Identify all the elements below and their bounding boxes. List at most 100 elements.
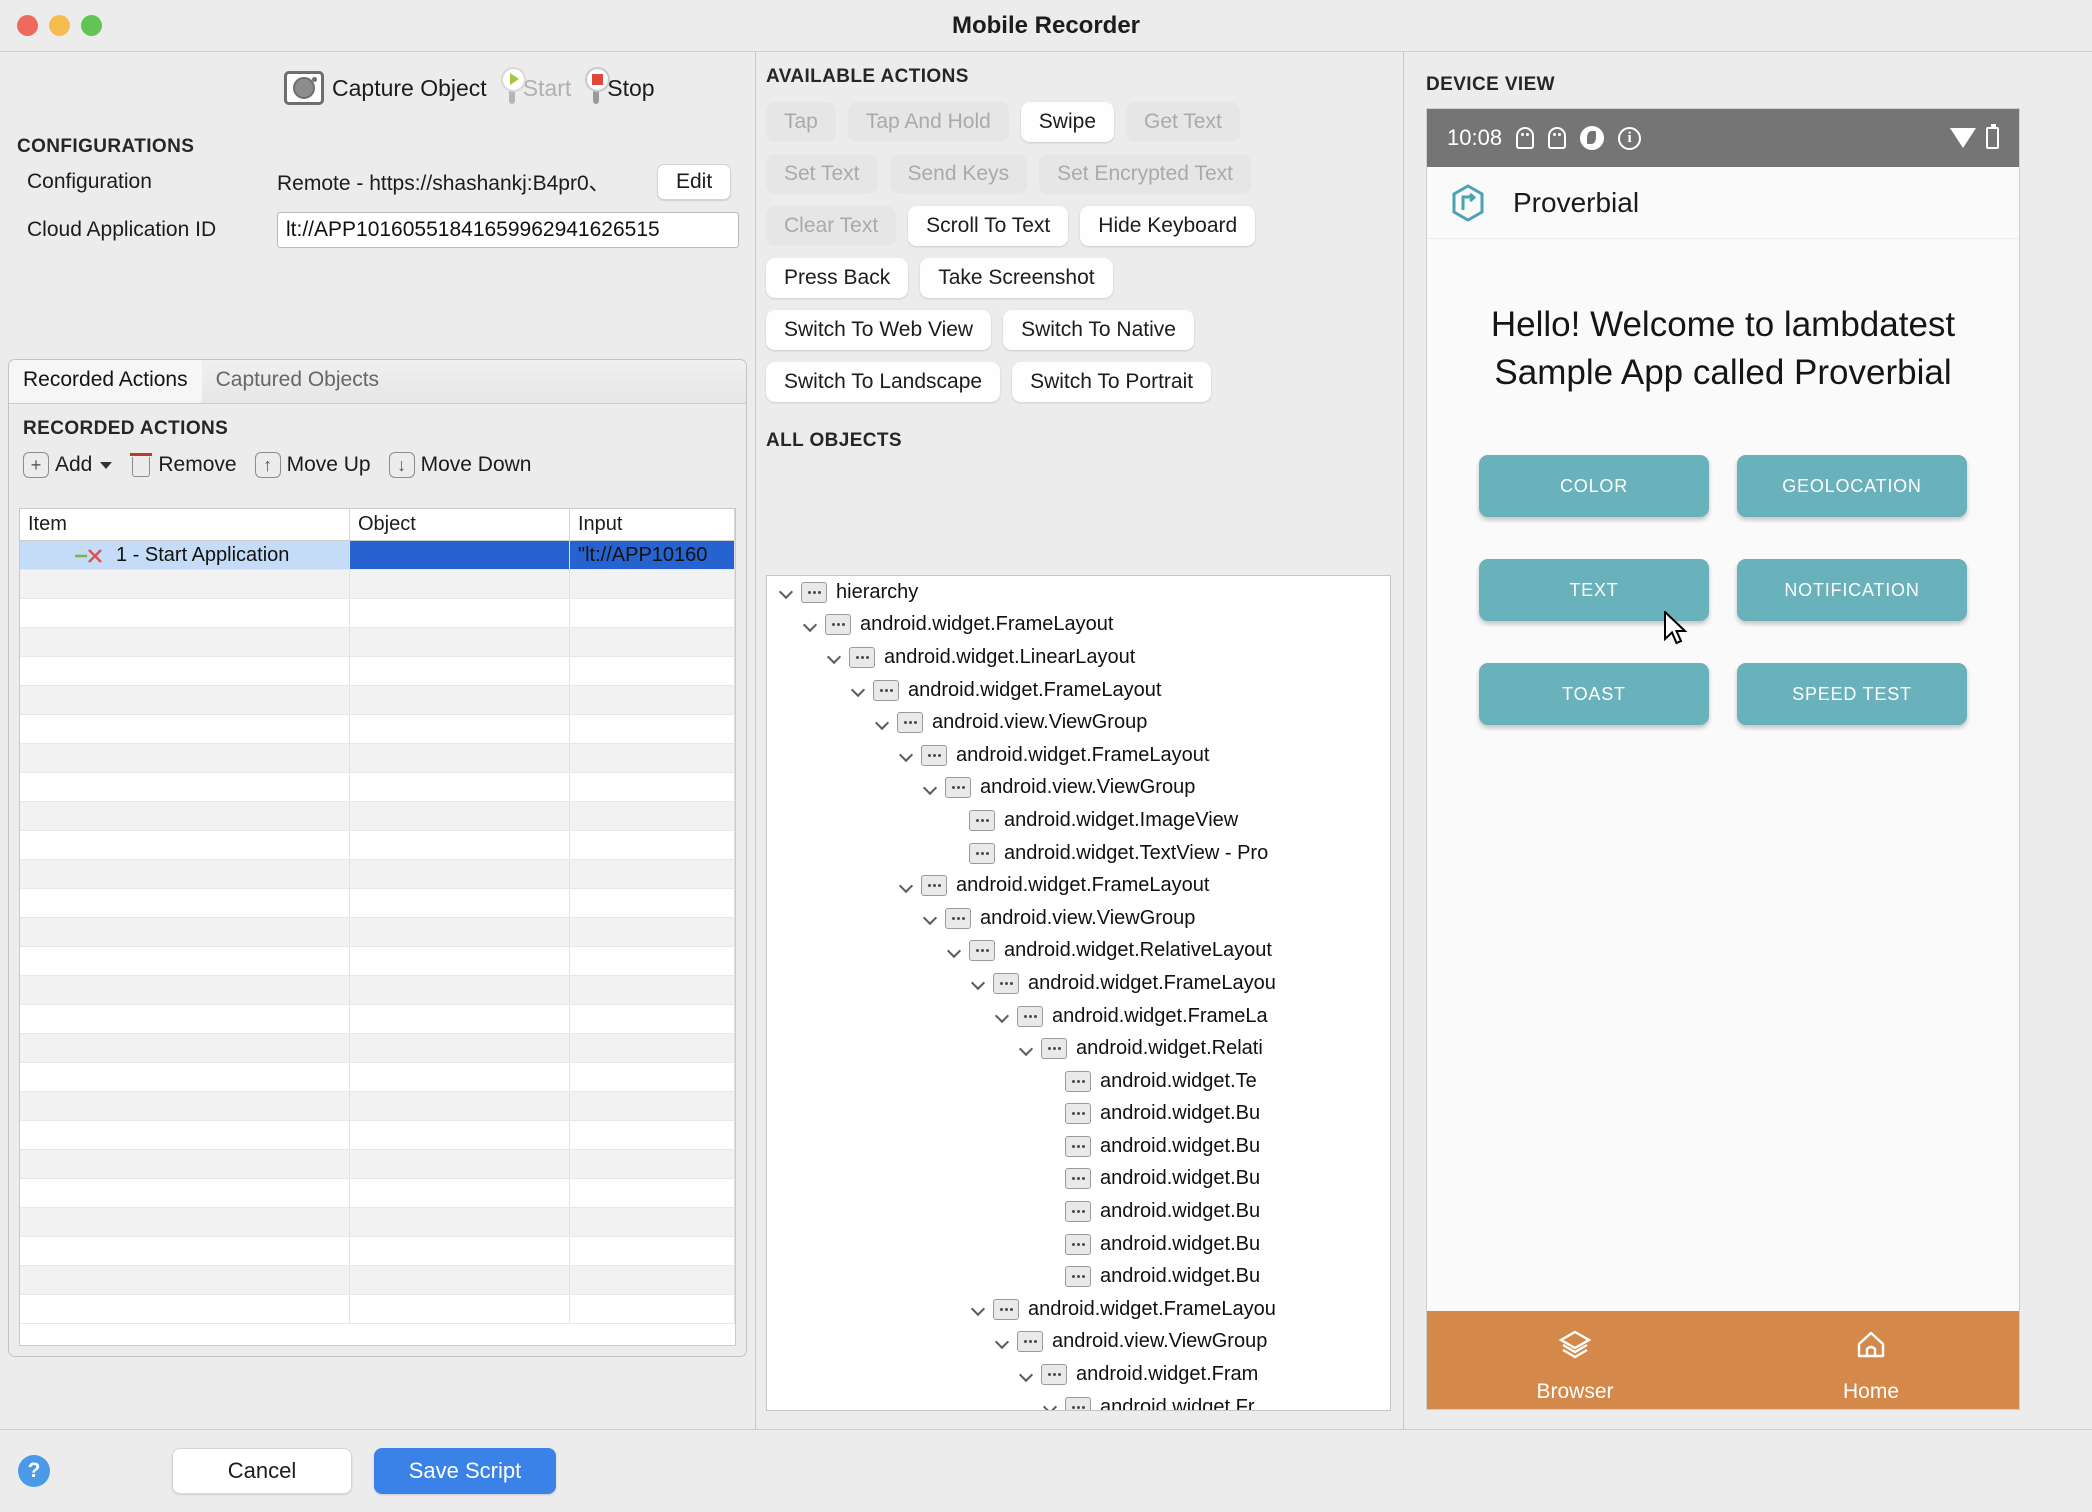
chevron-down-icon[interactable] [993,1006,1013,1026]
tree-node[interactable]: android.widget.FrameLa [767,1000,1390,1033]
table-row[interactable] [20,1208,735,1237]
action-hide-keyboard-button[interactable]: Hide Keyboard [1080,206,1256,246]
node-menu-icon[interactable] [1065,1396,1091,1410]
tree-node[interactable]: android.view.ViewGroup [767,772,1390,805]
add-action-button[interactable]: + Add [23,452,113,478]
chevron-down-icon[interactable] [777,582,797,602]
chevron-down-icon[interactable] [921,908,941,928]
zoom-window-button[interactable] [81,15,102,36]
tab-captured-objects[interactable]: Captured Objects [202,360,393,403]
node-menu-icon[interactable] [1065,1070,1091,1092]
table-row[interactable] [20,657,735,686]
nav-item-home[interactable]: Home [1723,1311,2019,1409]
table-row[interactable] [20,599,735,628]
tree-node[interactable]: android.widget.Fr [767,1391,1390,1410]
table-row[interactable] [20,802,735,831]
device-button-notification[interactable]: NOTIFICATION [1737,559,1967,621]
chevron-down-icon[interactable] [1017,1365,1037,1385]
tab-recorded-actions[interactable]: Recorded Actions [9,360,202,403]
node-menu-icon[interactable] [945,777,971,799]
table-row[interactable] [20,1150,735,1179]
chevron-down-icon[interactable] [801,615,821,635]
cloud-app-id-input[interactable] [277,212,739,248]
tree-node[interactable]: android.widget.RelativeLayout [767,935,1390,968]
object-tree[interactable]: hierarchy android.widget.FrameLayout andro… [766,575,1391,1411]
table-row[interactable] [20,1295,735,1324]
table-row[interactable] [20,947,735,976]
tree-node[interactable]: android.view.ViewGroup [767,1326,1390,1359]
table-row[interactable] [20,773,735,802]
tree-node[interactable]: android.widget.Fram [767,1358,1390,1391]
stop-button[interactable]: Stop [585,66,655,104]
chevron-down-icon[interactable] [993,1332,1013,1352]
chevron-down-icon[interactable] [969,973,989,993]
node-menu-icon[interactable] [921,875,947,897]
tree-node[interactable]: android.widget.Te [767,1065,1390,1098]
chevron-down-icon[interactable] [849,680,869,700]
node-menu-icon[interactable] [1065,1135,1091,1157]
node-menu-icon[interactable] [1017,1331,1043,1353]
table-row[interactable] [20,1179,735,1208]
table-row[interactable] [20,1266,735,1295]
table-row[interactable] [20,686,735,715]
table-row[interactable] [20,1034,735,1063]
tree-node[interactable]: android.widget.Bu [767,1260,1390,1293]
tree-node[interactable]: android.widget.Bu [767,1163,1390,1196]
tree-node[interactable]: android.widget.Relati [767,1032,1390,1065]
column-header-item[interactable]: Item [20,509,350,540]
column-header-input[interactable]: Input [570,509,735,540]
tree-node[interactable]: android.widget.TextView - Pro [767,837,1390,870]
help-icon[interactable]: ? [18,1454,50,1487]
tree-node[interactable]: android.widget.Bu [767,1228,1390,1261]
tree-node[interactable]: android.widget.Bu [767,1098,1390,1131]
nav-item-browser[interactable]: Browser [1427,1311,1723,1409]
device-button-color[interactable]: COLOR [1479,455,1709,517]
action-switch-to-landscape-button[interactable]: Switch To Landscape [766,362,1001,402]
node-menu-icon[interactable] [1017,1005,1043,1027]
table-row[interactable] [20,1092,735,1121]
node-menu-icon[interactable] [993,1298,1019,1320]
table-row[interactable] [20,570,735,599]
chevron-down-icon[interactable] [969,1299,989,1319]
node-menu-icon[interactable] [897,712,923,734]
action-switch-to-web-view-button[interactable]: Switch To Web View [766,310,992,350]
chevron-down-icon[interactable] [945,941,965,961]
tree-node[interactable]: android.view.ViewGroup [767,902,1390,935]
chevron-down-icon[interactable] [873,713,893,733]
tree-node[interactable]: android.widget.Bu [767,1195,1390,1228]
table-row[interactable] [20,1063,735,1092]
node-menu-icon[interactable] [921,744,947,766]
chevron-down-icon[interactable] [921,778,941,798]
node-menu-icon[interactable] [969,809,995,831]
chevron-down-icon[interactable] [897,745,917,765]
action-scroll-to-text-button[interactable]: Scroll To Text [908,206,1069,246]
node-menu-icon[interactable] [993,972,1019,994]
tree-node[interactable]: android.widget.FrameLayout [767,674,1390,707]
table-row[interactable] [20,628,735,657]
node-menu-icon[interactable] [945,907,971,929]
chevron-down-icon[interactable] [1017,1039,1037,1059]
tree-node[interactable]: android.widget.ImageView [767,804,1390,837]
node-menu-icon[interactable] [1065,1168,1091,1190]
device-button-speed-test[interactable]: SPEED TEST [1737,663,1967,725]
node-menu-icon[interactable] [1041,1038,1067,1060]
chevron-down-icon[interactable] [825,647,845,667]
tree-node[interactable]: android.widget.FrameLayou [767,967,1390,1000]
capture-object-button[interactable]: Capture Object [284,71,487,105]
node-menu-icon[interactable] [1065,1233,1091,1255]
table-row[interactable] [20,744,735,773]
action-switch-to-native-button[interactable]: Switch To Native [1003,310,1194,350]
table-row[interactable] [20,976,735,1005]
table-row[interactable] [20,860,735,889]
recorded-actions-table[interactable]: Item Object Input 1 - Start Application "… [19,508,736,1346]
tree-node[interactable]: android.widget.FrameLayout [767,609,1390,642]
move-up-button[interactable]: ↑ Move Up [254,452,371,478]
tree-node[interactable]: android.widget.FrameLayout [767,869,1390,902]
action-take-screenshot-button[interactable]: Take Screenshot [920,258,1113,298]
chevron-down-icon[interactable] [1041,1397,1061,1410]
action-press-back-button[interactable]: Press Back [766,258,909,298]
tree-node[interactable]: android.widget.FrameLayou [767,1293,1390,1326]
tree-node[interactable]: android.view.ViewGroup [767,706,1390,739]
move-down-button[interactable]: ↓ Move Down [388,452,532,478]
edit-configuration-button[interactable]: Edit [657,164,732,200]
